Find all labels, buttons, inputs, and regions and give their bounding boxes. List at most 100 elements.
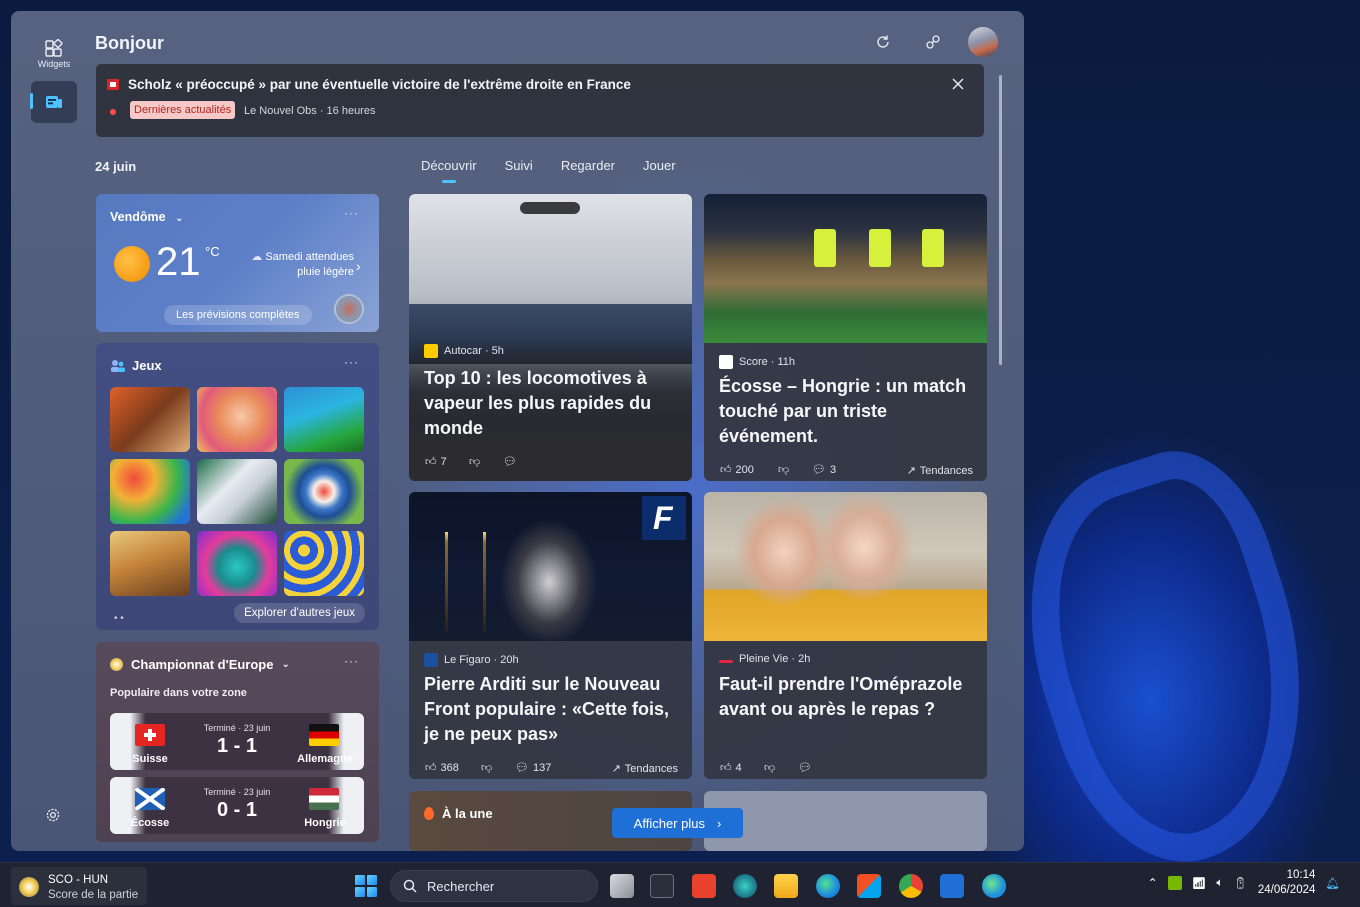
steward-image-detail bbox=[922, 229, 944, 267]
search-placeholder: Rechercher bbox=[427, 878, 495, 894]
carousel-indicator[interactable] bbox=[520, 202, 580, 214]
refresh-button[interactable] bbox=[868, 27, 898, 57]
comment-button[interactable]: 💬︎ 3 bbox=[812, 463, 836, 477]
like-button[interactable]: 👍︎ 4 bbox=[720, 761, 742, 775]
news-headline[interactable]: Top 10 : les locomotives à vapeur les pl… bbox=[424, 366, 678, 441]
game-tile[interactable] bbox=[197, 531, 277, 596]
microsoft-store-icon[interactable] bbox=[857, 874, 881, 898]
dislike-button[interactable]: 👎︎ bbox=[481, 761, 492, 774]
game-tile[interactable] bbox=[110, 387, 190, 452]
weather-widget[interactable]: Vendôme ⌄ ··· 21 °C ☁ Samedi attendues p… bbox=[96, 194, 379, 332]
task-view-icon[interactable] bbox=[610, 874, 634, 898]
like-button[interactable]: 👍︎ 200 bbox=[720, 463, 754, 477]
comment-button[interactable]: 💬︎ bbox=[503, 455, 517, 468]
match-card[interactable]: Terminé · 23 juin 0 - 1 Écosse Hongrie bbox=[110, 777, 364, 834]
file-explorer-icon[interactable] bbox=[774, 874, 798, 898]
games-pager[interactable]: • • bbox=[114, 613, 124, 624]
comment-button[interactable]: 💬︎ 137 bbox=[515, 761, 551, 775]
powershell-icon[interactable] bbox=[940, 874, 964, 898]
news-card[interactable]: Pleine Vie · 2h Faut-il prendre l'Omépra… bbox=[704, 492, 987, 779]
dislike-button[interactable]: 👎︎ bbox=[469, 455, 480, 468]
nvidia-icon[interactable] bbox=[1167, 876, 1182, 890]
football-icon bbox=[19, 877, 39, 897]
chrome-browser-icon[interactable] bbox=[899, 874, 923, 898]
thumbs-down-icon: 👎︎ bbox=[764, 762, 776, 774]
weather-forecast[interactable]: ☁ Samedi attendues pluie légère bbox=[242, 250, 354, 280]
chevron-up-icon[interactable]: ⌃ bbox=[1148, 876, 1158, 890]
news-image bbox=[704, 492, 987, 641]
game-tile[interactable] bbox=[110, 459, 190, 524]
banner-headline[interactable]: Scholz « préoccupé » par une éventuelle … bbox=[128, 77, 631, 92]
sunny-icon bbox=[114, 246, 150, 282]
comment-button[interactable]: 💬︎ bbox=[798, 761, 812, 774]
news-headline[interactable]: Pierre Arditi sur le Nouveau Front popul… bbox=[424, 672, 678, 747]
comment-icon: 💬︎ bbox=[812, 464, 826, 476]
news-headline[interactable]: Faut-il prendre l'Oméprazole avant ou ap… bbox=[719, 672, 973, 722]
game-tile[interactable] bbox=[284, 387, 364, 452]
news-card[interactable]: Le Figaro · 20h Pierre Arditi sur le Nou… bbox=[409, 492, 692, 779]
settings-gear-icon[interactable] bbox=[45, 807, 61, 828]
widgets-rail-button[interactable]: Widgets bbox=[31, 33, 77, 75]
taskbar: SCO - HUN Score de la partie Rechercher … bbox=[0, 862, 1360, 907]
weather-menu-button[interactable]: ··· bbox=[344, 206, 359, 220]
clock[interactable]: 10:14 24/06/2024 bbox=[1258, 868, 1316, 898]
like-button[interactable]: 👍︎ 368 bbox=[425, 761, 459, 775]
show-more-button[interactable]: Afficher plus › bbox=[612, 808, 743, 838]
explore-games-button[interactable]: Explorer d'autres jeux bbox=[234, 603, 365, 623]
chevron-right-icon: › bbox=[716, 815, 722, 831]
start-button[interactable] bbox=[355, 875, 377, 897]
terminal-icon[interactable] bbox=[650, 874, 674, 898]
match-status: Terminé · 23 juin bbox=[203, 787, 271, 797]
full-forecast-link[interactable]: Les prévisions complètes bbox=[164, 305, 312, 325]
game-tile[interactable] bbox=[197, 459, 277, 524]
euro-championship-widget: Championnat d'Europe ⌄ ··· Populaire dan… bbox=[96, 642, 379, 842]
link-devices-button[interactable] bbox=[918, 27, 948, 57]
refresh-icon bbox=[877, 35, 889, 48]
like-count: 200 bbox=[735, 463, 754, 476]
volume-icon[interactable]: 🔈︎ bbox=[1216, 877, 1223, 890]
dislike-button[interactable]: 👎︎ bbox=[764, 761, 775, 774]
battery-icon[interactable]: 🔋︎ bbox=[1233, 876, 1248, 890]
scrollbar-thumb[interactable] bbox=[999, 75, 1002, 365]
profile-avatar[interactable] bbox=[968, 27, 998, 57]
edge-browser-icon[interactable] bbox=[816, 874, 840, 898]
weather-location[interactable]: Vendôme ⌄ bbox=[110, 210, 183, 224]
breaking-news-banner[interactable]: Scholz « préoccupé » par une éventuelle … bbox=[96, 64, 984, 137]
power-app-icon[interactable] bbox=[692, 874, 716, 898]
match-card[interactable]: Terminé · 23 juin 1 - 1 Suisse Allemagne bbox=[110, 713, 364, 770]
games-menu-button[interactable]: ··· bbox=[344, 355, 359, 369]
chevron-right-icon[interactable]: › bbox=[356, 258, 361, 274]
like-button[interactable]: 👍︎ 7 bbox=[425, 455, 447, 469]
comment-icon: 💬︎ bbox=[503, 456, 517, 468]
news-actions: 👍︎ 4 👎︎ 💬︎ bbox=[720, 761, 973, 779]
game-tile[interactable] bbox=[284, 531, 364, 596]
game-tile[interactable] bbox=[284, 459, 364, 524]
like-count: 368 bbox=[440, 761, 459, 774]
euro-menu-button[interactable]: ··· bbox=[344, 654, 359, 668]
notification-bell-icon[interactable]: 🔔︎ bbox=[1325, 876, 1340, 890]
news-card[interactable]: Autocar · 5h Top 10 : les locomotives à … bbox=[409, 194, 692, 481]
tab-discover[interactable]: Découvrir bbox=[421, 158, 477, 183]
score-title: SCO - HUN bbox=[48, 874, 109, 886]
tab-watch[interactable]: Regarder bbox=[561, 158, 615, 173]
edge-canary-icon[interactable] bbox=[982, 874, 1006, 898]
news-source-label: Score · 11h bbox=[739, 356, 796, 368]
game-tile[interactable] bbox=[110, 531, 190, 596]
weather-map-thumbnail[interactable] bbox=[334, 294, 364, 324]
dislike-button[interactable]: 👎︎ bbox=[778, 463, 789, 476]
news-card[interactable]: Score · 11h Écosse – Hongrie : un match … bbox=[704, 194, 987, 481]
news-rail-button[interactable] bbox=[30, 81, 77, 123]
news-headline[interactable]: Écosse – Hongrie : un match touché par u… bbox=[719, 374, 973, 449]
news-card[interactable] bbox=[704, 791, 987, 851]
game-tile[interactable] bbox=[197, 387, 277, 452]
wifi-icon[interactable]: 📶︎ bbox=[1192, 876, 1207, 890]
euro-title[interactable]: Championnat d'Europe ⌄ bbox=[110, 657, 290, 672]
score-widget-button[interactable]: SCO - HUN Score de la partie bbox=[11, 867, 147, 905]
tab-play[interactable]: Jouer bbox=[643, 158, 676, 173]
close-banner-button[interactable] bbox=[950, 76, 966, 92]
comment-icon: 💬︎ bbox=[515, 762, 529, 774]
settings-app-icon[interactable] bbox=[733, 874, 757, 898]
breaking-badge: Dernières actualités bbox=[130, 101, 236, 119]
tab-following[interactable]: Suivi bbox=[505, 158, 533, 173]
taskbar-search-box[interactable]: Rechercher bbox=[390, 870, 598, 902]
